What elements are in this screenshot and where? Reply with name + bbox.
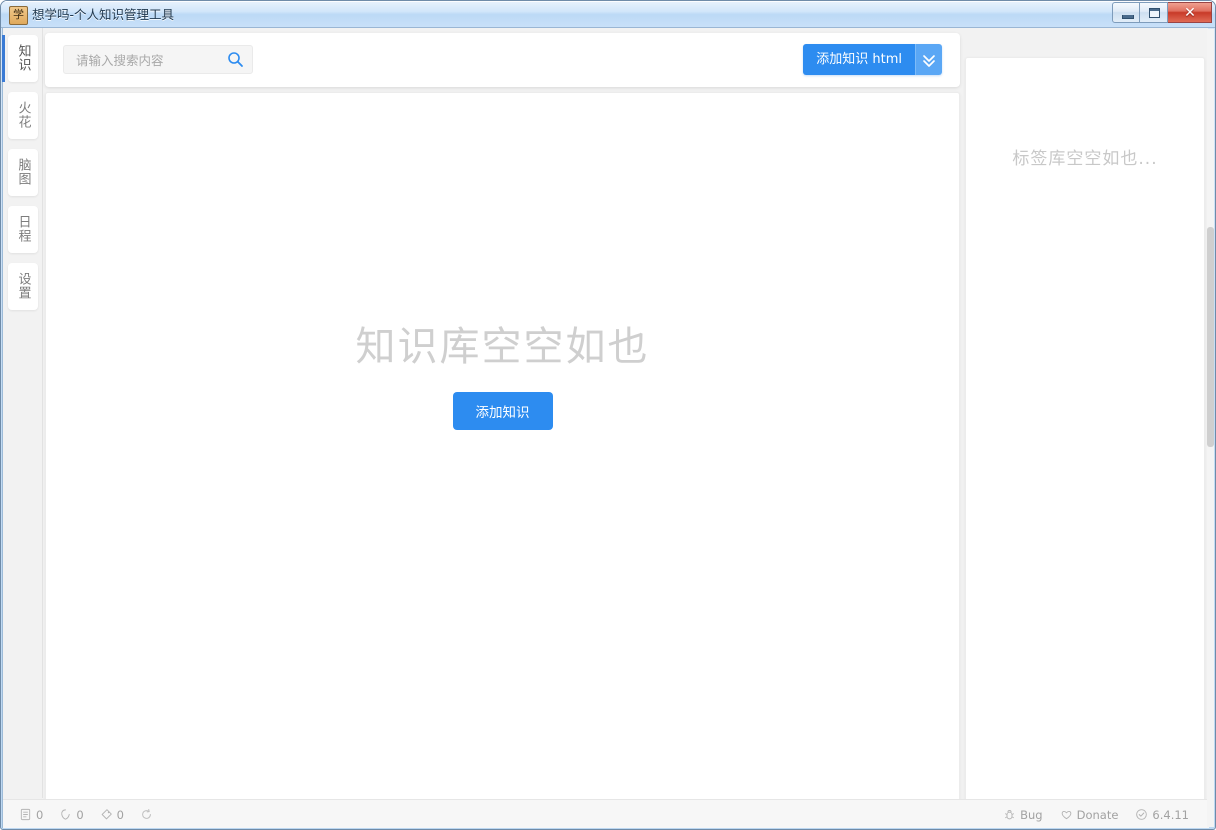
heart-icon (1061, 810, 1071, 820)
client-area: 知识 火花 脑图 日程 设置 请输入搜索内容 添加知识 html 知识库空空如也… (1, 28, 1209, 828)
knowledge-list-panel: 知识库空空如也 添加知识 (45, 92, 960, 814)
status-counters: 0 0 0 (19, 800, 157, 829)
bug-link[interactable]: Bug (1003, 807, 1043, 822)
tag-icon (101, 809, 112, 820)
title-bar[interactable]: 学 想学吗-个人知识管理工具 ✕ (1, 1, 1215, 28)
empty-state-add-button[interactable]: 添加知识 (452, 392, 553, 430)
refresh-icon (142, 808, 151, 819)
window-title: 想学吗-个人知识管理工具 (32, 7, 175, 22)
app-icon: 学 (9, 6, 28, 25)
knowledge-count: 0 (19, 808, 43, 822)
toolbar: 添加知识 html (45, 33, 960, 87)
bug-link-label: Bug (1020, 807, 1043, 822)
tag-panel: 标签库空空如也... (965, 57, 1205, 814)
sidebar: 知识 火花 脑图 日程 设置 (1, 28, 43, 798)
maximize-icon (1149, 8, 1160, 18)
search-icon[interactable] (227, 51, 244, 68)
sidebar-item-label: 知识 (15, 44, 31, 72)
sidebar-item-label: 日程 (15, 215, 31, 243)
tag-count-value: 0 (116, 807, 124, 822)
spark-count: 0 (59, 807, 84, 822)
close-icon: ✕ (1184, 5, 1196, 21)
maximize-button[interactable] (1140, 2, 1168, 23)
bug-icon (1005, 810, 1015, 820)
sidebar-item-label: 设置 (15, 272, 31, 300)
sidebar-item-label: 火花 (15, 101, 31, 129)
chevron-double-down-icon (923, 55, 935, 67)
window-scrollbar-thumb[interactable] (1207, 227, 1214, 447)
version-label[interactable]: 6.4.11 (1135, 808, 1189, 822)
spark-icon (61, 809, 71, 820)
add-knowledge-button[interactable]: 添加知识 html (803, 44, 915, 75)
tag-count: 0 (100, 808, 124, 822)
window-controls: ✕ (1112, 2, 1212, 23)
add-knowledge-dropdown-button[interactable] (915, 44, 942, 75)
window-scrollbar[interactable] (1207, 29, 1214, 827)
version-label-text: 6.4.11 (1152, 807, 1189, 822)
search-box[interactable] (63, 45, 253, 75)
check-circle-icon (1136, 809, 1148, 820)
status-links: Bug Donate 6.4.11 (1003, 800, 1189, 829)
empty-state: 知识库空空如也 添加知识 (46, 321, 959, 430)
close-button[interactable]: ✕ (1168, 2, 1212, 23)
sidebar-item-schedule[interactable]: 日程 (7, 206, 38, 253)
knowledge-count-value: 0 (36, 807, 44, 822)
sidebar-item-knowledge[interactable]: 知识 (1, 35, 38, 82)
sync-status[interactable] (140, 808, 157, 821)
search-input[interactable] (74, 46, 228, 75)
spark-count-value: 0 (76, 807, 84, 822)
add-knowledge-button-group: 添加知识 html (803, 44, 942, 75)
minimize-icon (1122, 15, 1134, 19)
document-icon (20, 808, 31, 821)
empty-state-title: 知识库空空如也 (355, 324, 650, 370)
sidebar-item-label: 脑图 (15, 158, 31, 186)
application-window: 学 想学吗-个人知识管理工具 ✕ 知识 火花 脑图 日程 设置 请输入搜索内容 … (0, 0, 1216, 830)
status-bar: 0 0 0 Bug Donate 6.4.11 (3, 799, 1209, 828)
tag-panel-empty-text: 标签库空空如也... (1012, 149, 1158, 169)
sidebar-item-mindmap[interactable]: 脑图 (7, 149, 38, 196)
minimize-button[interactable] (1112, 2, 1140, 23)
sidebar-item-spark[interactable]: 火花 (7, 92, 38, 139)
sidebar-item-settings[interactable]: 设置 (7, 263, 38, 310)
donate-link-label: Donate (1076, 807, 1119, 822)
donate-link[interactable]: Donate (1060, 807, 1119, 822)
